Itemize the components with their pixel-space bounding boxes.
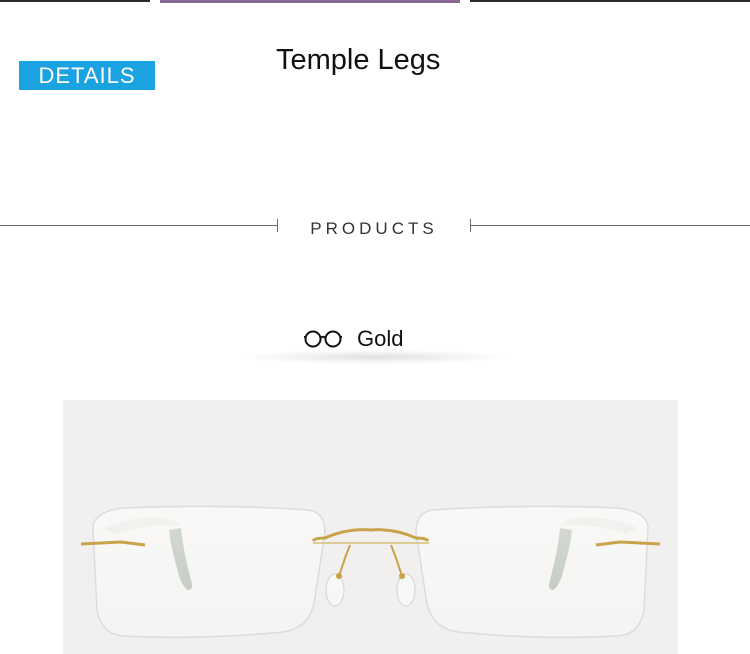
eyeglasses-image bbox=[80, 505, 661, 639]
details-badge: DETAILS bbox=[19, 61, 155, 90]
top-edge-segment bbox=[0, 0, 150, 2]
color-option-shadow bbox=[240, 350, 510, 364]
top-edge-segment bbox=[160, 0, 460, 3]
divider-line-left bbox=[0, 225, 278, 226]
color-label: Gold bbox=[357, 326, 404, 351]
top-edge-segment bbox=[470, 0, 750, 2]
page-title: Temple Legs bbox=[276, 44, 441, 76]
product-photo bbox=[63, 400, 678, 654]
top-image-edge bbox=[0, 0, 750, 4]
section-divider-label: PRODUCTS bbox=[310, 219, 438, 238]
glasses-icon bbox=[303, 327, 343, 351]
divider-line-right bbox=[470, 225, 750, 226]
